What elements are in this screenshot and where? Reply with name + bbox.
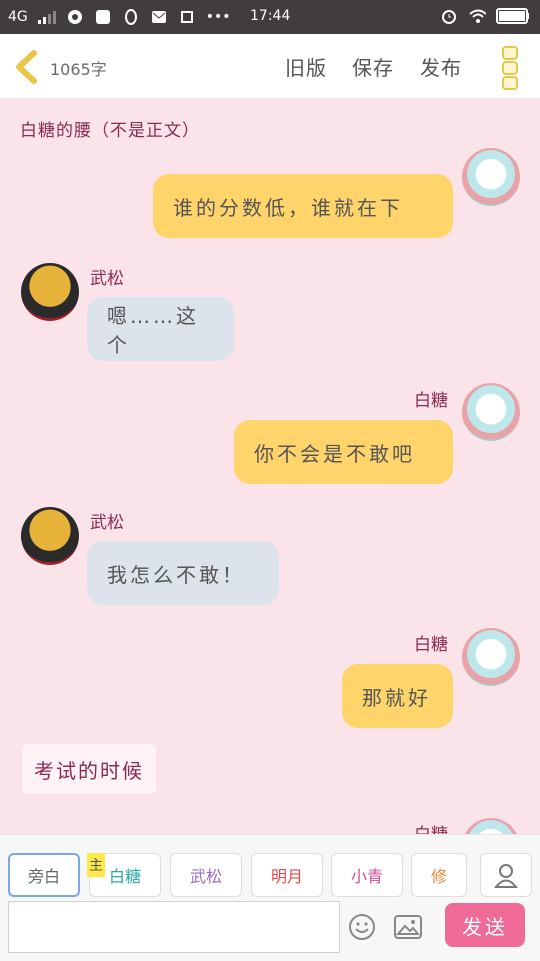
role-chip-narrator[interactable]: 旁白 — [8, 853, 80, 897]
role-chip-xiaoqing[interactable]: 小青 — [331, 853, 403, 897]
chat-area[interactable]: 白糖的腰（不是正文） 谁的分数低，谁就在下 武松 嗯……这个 白糖 你不会是不敢… — [0, 98, 540, 834]
role-chip-wusong[interactable]: 武松 — [170, 853, 242, 897]
role-chip-label: 白糖 — [108, 867, 141, 886]
role-chip-label: 武松 — [189, 867, 222, 886]
more-notifications-icon: ••• — [205, 9, 231, 25]
old-version-button[interactable]: 旧版 — [285, 52, 327, 81]
send-button[interactable]: 发送 — [445, 903, 525, 947]
wifi-icon — [468, 7, 486, 25]
composer-panel: 旁白 白糖 主 武松 明月 小青 修 发送 — [0, 834, 540, 961]
speaker-name: 白糖 — [414, 391, 448, 411]
speaker-name: 武松 — [90, 513, 124, 533]
message-bubble-right[interactable]: 那就好 — [342, 664, 453, 728]
main-role-badge: 主 — [87, 853, 105, 877]
menu-dot-icon — [502, 76, 518, 90]
avatar-wusong[interactable] — [21, 263, 79, 321]
narration-text[interactable]: 考试的时候 — [22, 744, 156, 794]
speaker-name: 白糖 — [414, 635, 448, 655]
image-button[interactable] — [394, 915, 422, 939]
smile-icon — [349, 914, 375, 940]
avatar-wusong[interactable] — [21, 507, 79, 565]
role-chip-mingyue[interactable]: 明月 — [251, 853, 323, 897]
avatar-baitang[interactable] — [462, 818, 520, 834]
menu-dot-icon — [502, 61, 518, 75]
avatar-baitang[interactable] — [462, 383, 520, 441]
qq-icon — [122, 8, 140, 26]
status-right — [440, 7, 530, 25]
role-chip-label: 小青 — [350, 867, 383, 886]
screenshot-icon — [178, 8, 196, 26]
status-left: 4G ••• — [8, 8, 231, 26]
mail-icon — [150, 8, 168, 26]
alarm-icon — [440, 7, 458, 25]
editor-header: 1065字 旧版 保存 发布 — [0, 34, 540, 99]
browser-icon — [66, 8, 84, 26]
user-icon — [493, 864, 519, 888]
speaker-name: 武松 — [90, 269, 124, 289]
role-chip-label: 修 — [430, 867, 447, 886]
network-label: 4G — [8, 9, 28, 25]
status-bar: 4G ••• 17:44 — [0, 0, 540, 34]
avatar-baitang[interactable] — [462, 628, 520, 686]
speaker-name: 白糖 — [414, 820, 448, 834]
battery-icon — [496, 7, 530, 25]
message-bubble-right[interactable]: 你不会是不敢吧 — [234, 420, 453, 484]
menu-dot-icon — [502, 46, 518, 60]
role-chip-xiu[interactable]: 修 — [411, 853, 467, 897]
role-chip-label: 明月 — [270, 867, 303, 886]
story-title: 白糖的腰（不是正文） — [20, 121, 200, 141]
message-input[interactable] — [8, 901, 340, 953]
emoji-button[interactable] — [348, 913, 376, 941]
message-bubble-right[interactable]: 谁的分数低，谁就在下 — [153, 174, 453, 238]
image-icon — [394, 915, 422, 939]
message-bubble-left[interactable]: 我怎么不敢！ — [87, 541, 279, 605]
message-bubble-left[interactable]: 嗯……这个 — [87, 297, 234, 361]
chevron-left-icon — [16, 50, 37, 84]
manage-roles-button[interactable] — [480, 853, 532, 897]
avatar-baitang[interactable] — [462, 148, 520, 206]
publish-button[interactable]: 发布 — [420, 52, 462, 81]
save-button[interactable]: 保存 — [352, 52, 394, 81]
signal-icon — [37, 8, 56, 26]
word-count: 1065字 — [50, 60, 107, 79]
back-button[interactable] — [12, 50, 42, 84]
clock: 17:44 — [250, 8, 291, 24]
app-icon — [94, 8, 112, 26]
more-menu-button[interactable] — [502, 46, 518, 90]
role-chip-label: 旁白 — [27, 867, 60, 886]
